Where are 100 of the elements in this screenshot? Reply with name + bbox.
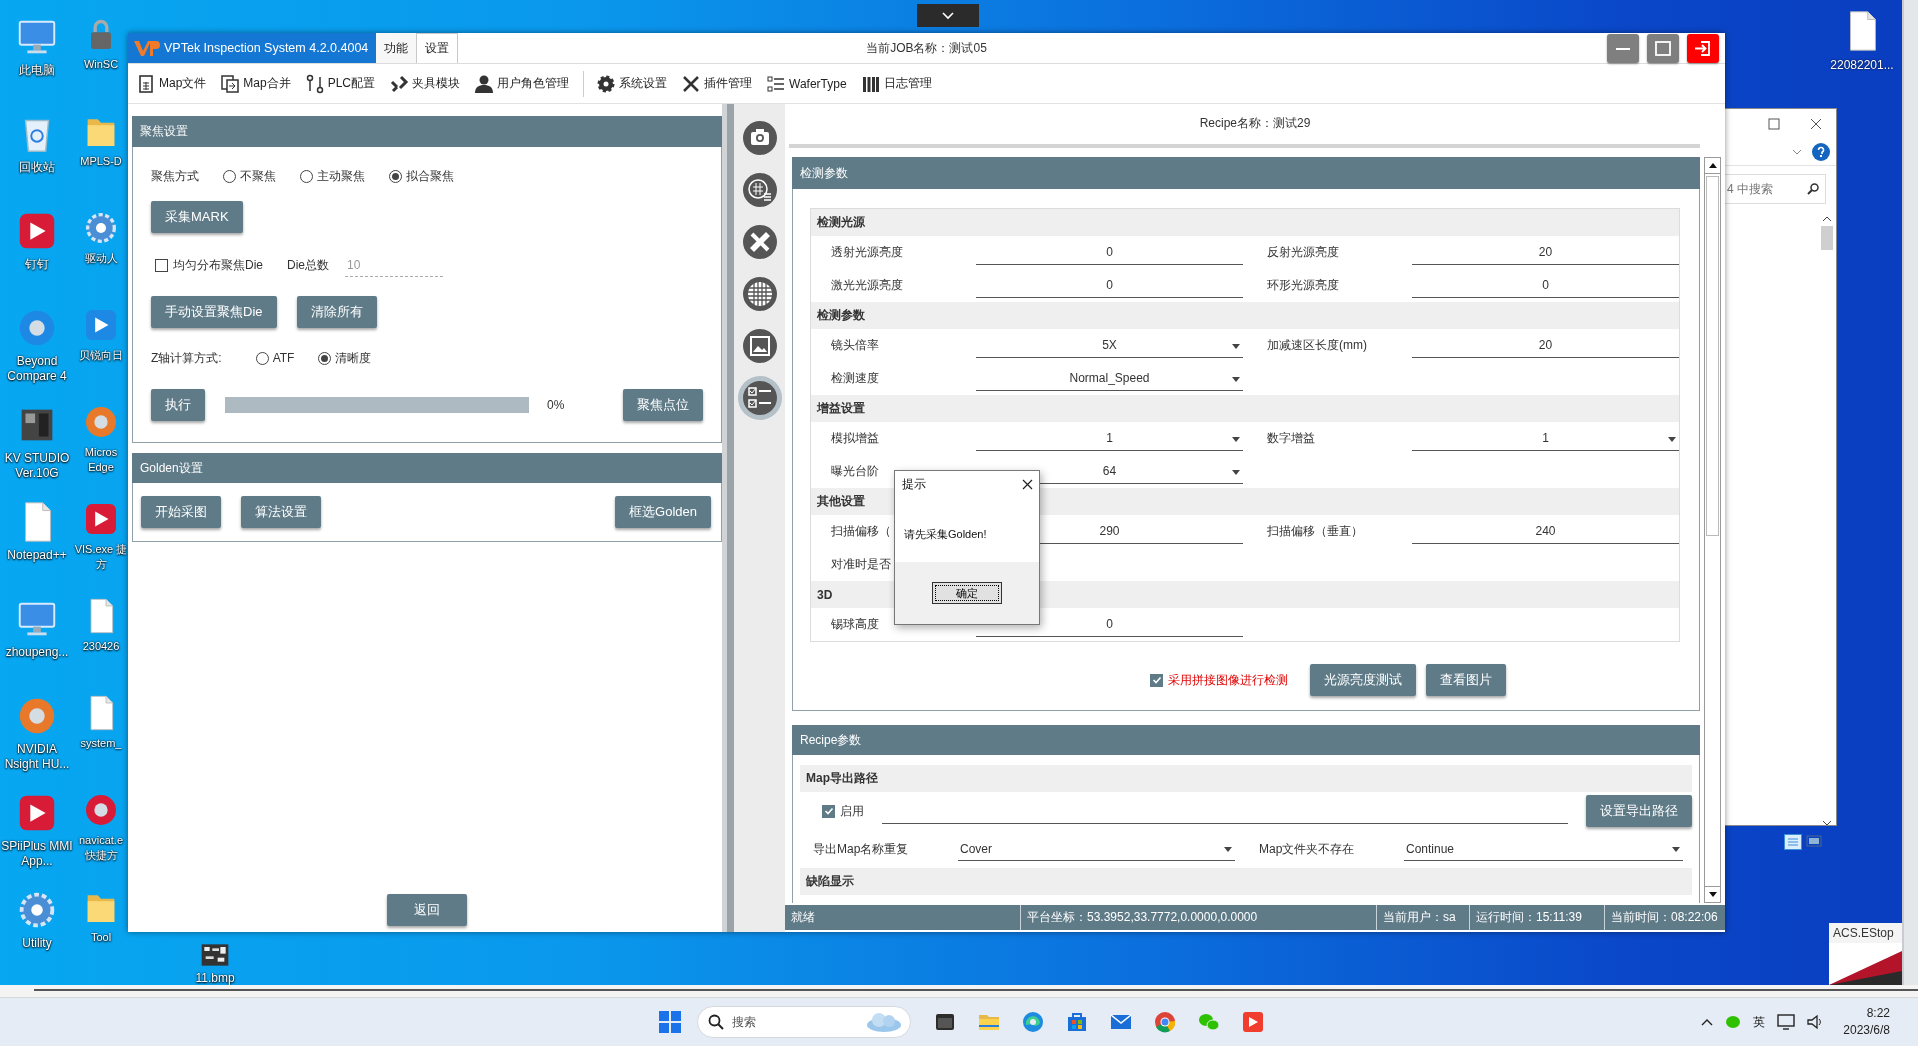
panel-header: 聚焦设置 bbox=[132, 116, 722, 147]
field-label: 激光光源亮度 bbox=[831, 277, 903, 294]
radio-button[interactable]: 拟合聚焦 bbox=[389, 167, 454, 185]
icon-label: Beyond Compare 4 bbox=[6, 354, 68, 384]
icon-label: SPiiPlus MMI App... bbox=[0, 839, 74, 869]
job-name: 当前JOB名称：测试05 bbox=[866, 39, 987, 57]
recipe-name: Recipe名称：测试29 bbox=[1199, 114, 1311, 132]
clock-time[interactable]: 8:22 bbox=[1866, 1005, 1890, 1022]
toolbar-button[interactable]: Map文件 bbox=[136, 73, 207, 94]
status-text: 当前用户：sa bbox=[1383, 909, 1456, 926]
status-text: 运行时间：15:11:39 bbox=[1476, 909, 1582, 926]
field-label: 环形光源亮度 bbox=[1267, 277, 1339, 294]
input-field[interactable]: 0 bbox=[976, 240, 1243, 265]
section-header: 检测光源 bbox=[811, 209, 1679, 236]
panel-header: Recipe参数 bbox=[792, 725, 1700, 755]
clock-date[interactable]: 2023/6/8 bbox=[1843, 1022, 1890, 1039]
icon-label: 此电脑 bbox=[19, 63, 55, 78]
light-test-button[interactable]: 光源亮度测试 bbox=[1310, 664, 1416, 696]
toolbar-button[interactable]: 夹具模块 bbox=[389, 73, 461, 94]
dropdown[interactable]: Continue bbox=[1404, 837, 1683, 861]
toolbar-button[interactable]: 日志管理 bbox=[860, 73, 932, 94]
field-label: 扫描偏移（ bbox=[831, 523, 891, 540]
toolbar-button[interactable]: PLC配置 bbox=[304, 73, 376, 94]
status-text: 就绪 bbox=[791, 909, 815, 926]
dropdown[interactable]: 1 bbox=[976, 426, 1243, 451]
radio-button[interactable]: 清晰度 bbox=[318, 349, 372, 367]
checkbox[interactable]: 采用拼接图像进行检测 bbox=[1150, 671, 1288, 689]
input-field[interactable]: 0 bbox=[1412, 273, 1679, 298]
field-label: 加减速区长度(mm) bbox=[1267, 337, 1367, 354]
toolbar-button[interactable]: 系统设置 bbox=[596, 73, 668, 94]
search-field[interactable]: 搜索 bbox=[697, 1006, 911, 1038]
status-text: 平台坐标：53.3952,33.7772,0.0000,0.0000 bbox=[1027, 909, 1258, 926]
toolbar-button[interactable]: Map合并 bbox=[220, 73, 291, 94]
view-image-button[interactable]: 查看图片 bbox=[1426, 664, 1506, 696]
field-label: 锡球高度 bbox=[831, 616, 879, 633]
field-label: Map文件夹不存在 bbox=[1259, 840, 1355, 858]
panel-header: 检测参数 bbox=[792, 157, 1700, 189]
set-path-button[interactable]: 设置导出路径 bbox=[1586, 795, 1692, 827]
input-field[interactable]: 20 bbox=[1412, 333, 1679, 358]
radio-button[interactable]: ATF bbox=[255, 351, 295, 365]
field-label: 聚焦方式 bbox=[151, 167, 199, 185]
start-capture-button[interactable]: 开始采图 bbox=[141, 496, 221, 528]
checkbox[interactable]: 均匀分布聚焦Die bbox=[155, 256, 263, 274]
section-header: Map导出路径 bbox=[800, 765, 1692, 792]
dropdown[interactable]: Cover bbox=[958, 837, 1235, 861]
toolbar-button[interactable]: WaferType bbox=[766, 73, 847, 94]
input-field[interactable]: 240 bbox=[1412, 519, 1679, 544]
input-field[interactable]: 20 bbox=[1412, 240, 1679, 265]
icon-label: 22082201... bbox=[1830, 58, 1894, 72]
dropdown[interactable]: 5X bbox=[976, 333, 1243, 358]
status-text: 当前时间：08:22:06 bbox=[1611, 909, 1718, 926]
icon-label: NVIDIA Nsight HU... bbox=[3, 742, 71, 772]
toolbar-button[interactable]: 用户角色管理 bbox=[474, 73, 570, 94]
icon-label: 230426 bbox=[82, 639, 120, 654]
panel-header: Golden设置 bbox=[132, 453, 722, 483]
select-golden-button[interactable]: 框选Golden bbox=[615, 496, 711, 528]
field-label: 反射光源亮度 bbox=[1267, 244, 1339, 261]
clear-button[interactable]: 清除所有 bbox=[296, 296, 377, 328]
back-button[interactable]: 返回 bbox=[387, 894, 467, 926]
field-label: 曝光台阶 bbox=[831, 463, 879, 480]
collect-button[interactable]: 采集MARK bbox=[151, 201, 243, 233]
menu-tab[interactable]: 功能 bbox=[376, 33, 417, 63]
field-label: 检测速度 bbox=[831, 370, 879, 387]
algorithm-button[interactable]: 算法设置 bbox=[241, 496, 321, 528]
input-field[interactable]: 0 bbox=[976, 273, 1243, 298]
ok-button[interactable]: 确定 bbox=[932, 582, 1002, 604]
field-label: 数字增益 bbox=[1267, 430, 1315, 447]
icon-label: 11.bmp bbox=[195, 972, 235, 985]
run-button[interactable]: 执行 bbox=[151, 389, 205, 421]
icon-label: system_ bbox=[80, 736, 122, 751]
window-title: VPTek Inspection System 4.2.0.4004 bbox=[164, 41, 369, 55]
icon-label: WinSC bbox=[83, 57, 119, 72]
icon-label: KV STUDIO Ver.10G bbox=[3, 451, 71, 481]
field-label: 扫描偏移（垂直） bbox=[1267, 523, 1363, 540]
icon-label: 钉钉 bbox=[25, 257, 49, 272]
section-header: 缺陷显示 bbox=[800, 868, 1692, 895]
icon-label: zhoupeng... bbox=[5, 645, 69, 660]
checkbox[interactable]: 启用 bbox=[822, 802, 864, 820]
field-label: 模拟增益 bbox=[831, 430, 879, 447]
icon-label: navicat.e 快捷方 bbox=[78, 833, 124, 863]
field-label: 导出Map名称重复 bbox=[813, 840, 909, 858]
icon-label: Tool bbox=[90, 930, 112, 945]
field-label: 镜头倍率 bbox=[831, 337, 879, 354]
icon-label: 驱动人 bbox=[84, 251, 118, 266]
radio-button[interactable]: 主动聚焦 bbox=[300, 167, 365, 185]
icon-label: Notepad++ bbox=[7, 548, 67, 563]
icon-label: Micros Edge bbox=[83, 445, 119, 475]
field-label: 透射光源亮度 bbox=[831, 244, 903, 261]
radio-button[interactable]: 不聚焦 bbox=[223, 167, 276, 185]
icon-label: MPLS-D bbox=[80, 154, 122, 169]
menu-tab[interactable]: 设置 bbox=[416, 33, 459, 63]
window-title: ACS.EStop bbox=[1829, 923, 1902, 943]
focus-point-button[interactable]: 聚焦点位 bbox=[623, 389, 703, 421]
dropdown[interactable]: Normal_Speed bbox=[976, 366, 1243, 391]
dropdown[interactable]: 1 bbox=[1412, 426, 1679, 451]
section-header: 增益设置 bbox=[811, 395, 1679, 422]
manual-focus-button[interactable]: 手动设置聚焦Die bbox=[151, 296, 277, 328]
icon-label: VIS.exe 捷方 bbox=[74, 542, 128, 572]
ime-indicator[interactable]: 英 bbox=[1753, 1013, 1766, 1031]
toolbar-button[interactable]: 插件管理 bbox=[681, 73, 753, 94]
